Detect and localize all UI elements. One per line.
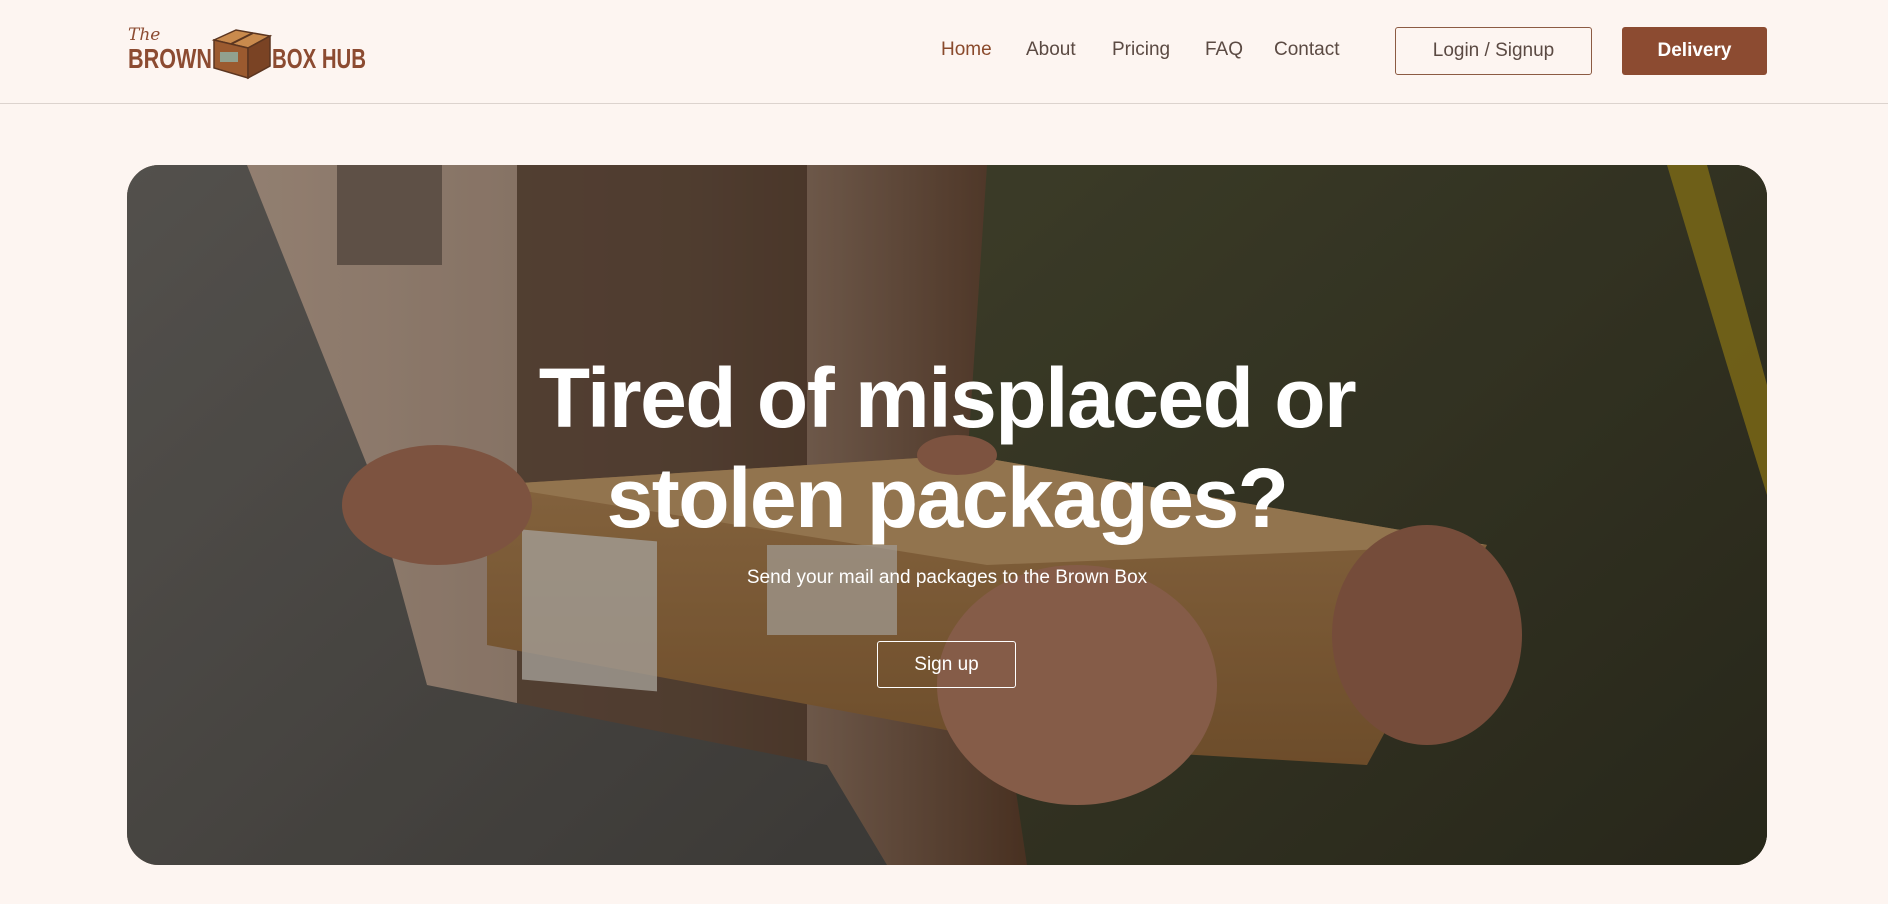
hero-banner: Tired of misplaced or stolen packages? S… (127, 165, 1767, 865)
hero-subtitle: Send your mail and packages to the Brown… (746, 567, 1148, 588)
svg-text:BROWN: BROWN (128, 43, 212, 74)
delivery-button[interactable]: Delivery (1622, 27, 1767, 75)
hero-title-line-2: stolen packages? (606, 451, 1289, 545)
brand-logo[interactable]: The BROWN BOX HUB (128, 22, 368, 82)
login-signup-button[interactable]: Login / Signup (1395, 27, 1592, 75)
signup-button[interactable]: Sign up (877, 641, 1016, 688)
hero-title: Tired of misplaced or stolen packages? (127, 348, 1767, 548)
svg-text:The: The (128, 25, 160, 45)
brown-box-hub-logo-icon: The BROWN BOX HUB (128, 25, 366, 80)
hero-title-line-1: Tired of misplaced or (538, 351, 1357, 445)
nav-contact[interactable]: Contact (1274, 39, 1339, 61)
nav-home[interactable]: Home (941, 39, 992, 61)
box-icon (211, 29, 273, 80)
svg-text:BOX HUB: BOX HUB (272, 43, 366, 74)
site-header: The BROWN BOX HUB Home About Pricing FAQ… (0, 0, 1888, 104)
nav-about[interactable]: About (1026, 39, 1076, 61)
nav-pricing[interactable]: Pricing (1112, 39, 1170, 61)
nav-faq[interactable]: FAQ (1205, 39, 1243, 61)
